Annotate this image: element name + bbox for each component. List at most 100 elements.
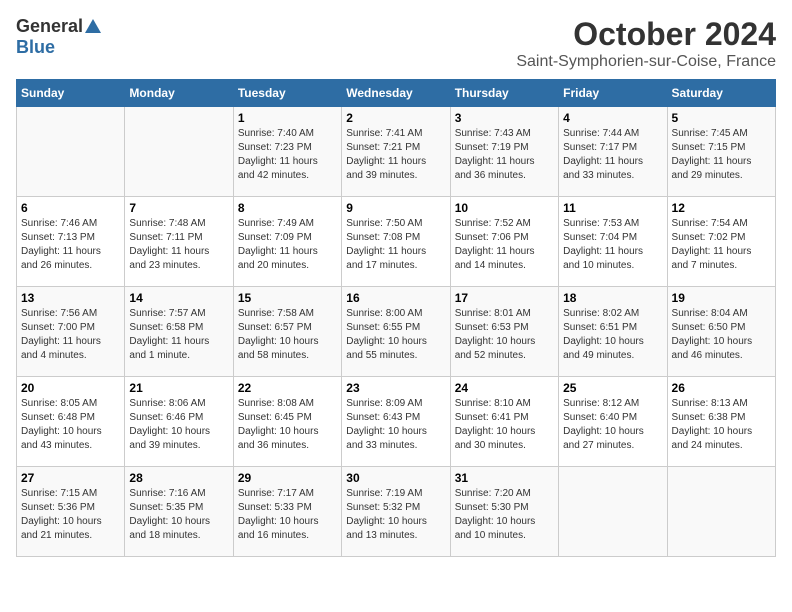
calendar-cell: 25 Sunrise: 8:12 AM Sunset: 6:40 PM Dayli… bbox=[559, 377, 667, 467]
day-info: Sunrise: 8:06 AM Sunset: 6:46 PM Dayligh… bbox=[129, 397, 228, 453]
calendar-table: SundayMondayTuesdayWednesdayThursdayFrid… bbox=[16, 79, 776, 557]
calendar-cell: 5Sunrise: 7:45 AM Sunset: 7:15 PM Daylig… bbox=[667, 107, 775, 197]
calendar-cell: 12Sunrise: 7:54 AM Sunset: 7:02 PM Dayli… bbox=[667, 197, 775, 287]
calendar-cell: 11 Sunrise: 7:53 AM Sunset: 7:04 PM Dayli… bbox=[559, 197, 667, 287]
day-number: 1 bbox=[238, 111, 337, 125]
calendar-subtitle: Saint-Symphorien-sur-Coise, France bbox=[516, 53, 776, 71]
calendar-header: SundayMondayTuesdayWednesdayThursdayFrid… bbox=[17, 80, 776, 107]
calendar-cell: 16 Sunrise: 8:00 AM Sunset: 6:55 PM Dayli… bbox=[342, 287, 450, 377]
calendar-cell: 14 Sunrise: 7:57 AM Sunset: 6:58 PM Dayli… bbox=[125, 287, 233, 377]
day-info: Sunrise: 7:43 AM Sunset: 7:19 PM Dayligh… bbox=[455, 127, 554, 183]
day-number: 14 bbox=[129, 291, 228, 305]
day-info: Sunrise: 7:20 AM Sunset: 5:30 PM Dayligh… bbox=[455, 487, 554, 543]
header-monday: Monday bbox=[125, 80, 233, 107]
day-info: Sunrise: 7:19 AM Sunset: 5:32 PM Dayligh… bbox=[346, 487, 445, 543]
logo-general: General bbox=[16, 16, 83, 37]
day-info: Sunrise: 7:44 AM Sunset: 7:17 PM Dayligh… bbox=[563, 127, 662, 183]
day-number: 28 bbox=[129, 471, 228, 485]
calendar-cell: 24 Sunrise: 8:10 AM Sunset: 6:41 PM Dayli… bbox=[450, 377, 558, 467]
calendar-cell bbox=[17, 107, 125, 197]
day-number: 25 bbox=[563, 381, 662, 395]
calendar-cell bbox=[559, 467, 667, 557]
calendar-cell: 1 Sunrise: 7:40 AM Sunset: 7:23 PM Daylig… bbox=[233, 107, 341, 197]
day-info: Sunrise: 7:50 AM Sunset: 7:08 PM Dayligh… bbox=[346, 217, 445, 273]
day-number: 21 bbox=[129, 381, 228, 395]
title-block: October 2024 Saint-Symphorien-sur-Coise,… bbox=[516, 16, 776, 71]
calendar-cell: 31 Sunrise: 7:20 AM Sunset: 5:30 PM Dayli… bbox=[450, 467, 558, 557]
calendar-body: 1 Sunrise: 7:40 AM Sunset: 7:23 PM Daylig… bbox=[17, 107, 776, 557]
logo-icon bbox=[83, 17, 103, 37]
calendar-cell: 21 Sunrise: 8:06 AM Sunset: 6:46 PM Dayli… bbox=[125, 377, 233, 467]
day-number: 31 bbox=[455, 471, 554, 485]
calendar-cell: 4 Sunrise: 7:44 AM Sunset: 7:17 PM Daylig… bbox=[559, 107, 667, 197]
day-info: Sunrise: 7:45 AM Sunset: 7:15 PM Dayligh… bbox=[672, 127, 771, 183]
calendar-title: October 2024 bbox=[516, 16, 776, 53]
week-row-2: 6Sunrise: 7:46 AM Sunset: 7:13 PM Daylig… bbox=[17, 197, 776, 287]
day-number: 19 bbox=[672, 291, 771, 305]
day-number: 9 bbox=[346, 201, 445, 215]
day-number: 22 bbox=[238, 381, 337, 395]
day-number: 20 bbox=[21, 381, 120, 395]
day-number: 12 bbox=[672, 201, 771, 215]
day-info: Sunrise: 8:05 AM Sunset: 6:48 PM Dayligh… bbox=[21, 397, 120, 453]
calendar-cell: 29 Sunrise: 7:17 AM Sunset: 5:33 PM Dayli… bbox=[233, 467, 341, 557]
day-number: 7 bbox=[129, 201, 228, 215]
day-number: 4 bbox=[563, 111, 662, 125]
week-row-3: 13 Sunrise: 7:56 AM Sunset: 7:00 PM Dayli… bbox=[17, 287, 776, 377]
day-info: Sunrise: 8:00 AM Sunset: 6:55 PM Dayligh… bbox=[346, 307, 445, 363]
day-info: Sunrise: 7:52 AM Sunset: 7:06 PM Dayligh… bbox=[455, 217, 554, 273]
day-info: Sunrise: 7:40 AM Sunset: 7:23 PM Dayligh… bbox=[238, 127, 337, 183]
day-number: 17 bbox=[455, 291, 554, 305]
week-row-4: 20 Sunrise: 8:05 AM Sunset: 6:48 PM Dayli… bbox=[17, 377, 776, 467]
calendar-cell: 3 Sunrise: 7:43 AM Sunset: 7:19 PM Daylig… bbox=[450, 107, 558, 197]
calendar-cell: 27 Sunrise: 7:15 AM Sunset: 5:36 PM Dayli… bbox=[17, 467, 125, 557]
day-number: 15 bbox=[238, 291, 337, 305]
calendar-cell: 7 Sunrise: 7:48 AM Sunset: 7:11 PM Daylig… bbox=[125, 197, 233, 287]
calendar-cell: 18 Sunrise: 8:02 AM Sunset: 6:51 PM Dayli… bbox=[559, 287, 667, 377]
calendar-cell: 23Sunrise: 8:09 AM Sunset: 6:43 PM Dayli… bbox=[342, 377, 450, 467]
day-number: 18 bbox=[563, 291, 662, 305]
day-number: 11 bbox=[563, 201, 662, 215]
day-info: Sunrise: 8:10 AM Sunset: 6:41 PM Dayligh… bbox=[455, 397, 554, 453]
day-info: Sunrise: 8:12 AM Sunset: 6:40 PM Dayligh… bbox=[563, 397, 662, 453]
calendar-cell: 10 Sunrise: 7:52 AM Sunset: 7:06 PM Dayli… bbox=[450, 197, 558, 287]
calendar-cell: 22 Sunrise: 8:08 AM Sunset: 6:45 PM Dayli… bbox=[233, 377, 341, 467]
day-info: Sunrise: 7:48 AM Sunset: 7:11 PM Dayligh… bbox=[129, 217, 228, 273]
day-info: Sunrise: 7:15 AM Sunset: 5:36 PM Dayligh… bbox=[21, 487, 120, 543]
day-info: Sunrise: 8:08 AM Sunset: 6:45 PM Dayligh… bbox=[238, 397, 337, 453]
page-header: General Blue October 2024 Saint-Symphori… bbox=[16, 16, 776, 71]
day-info: Sunrise: 8:09 AM Sunset: 6:43 PM Dayligh… bbox=[346, 397, 445, 453]
header-sunday: Sunday bbox=[17, 80, 125, 107]
day-info: Sunrise: 7:53 AM Sunset: 7:04 PM Dayligh… bbox=[563, 217, 662, 273]
header-friday: Friday bbox=[559, 80, 667, 107]
calendar-cell bbox=[667, 467, 775, 557]
day-info: Sunrise: 7:58 AM Sunset: 6:57 PM Dayligh… bbox=[238, 307, 337, 363]
day-number: 29 bbox=[238, 471, 337, 485]
day-info: Sunrise: 8:13 AM Sunset: 6:38 PM Dayligh… bbox=[672, 397, 771, 453]
day-number: 16 bbox=[346, 291, 445, 305]
calendar-cell: 9 Sunrise: 7:50 AM Sunset: 7:08 PM Daylig… bbox=[342, 197, 450, 287]
day-number: 3 bbox=[455, 111, 554, 125]
day-info: Sunrise: 7:16 AM Sunset: 5:35 PM Dayligh… bbox=[129, 487, 228, 543]
calendar-cell: 15 Sunrise: 7:58 AM Sunset: 6:57 PM Dayli… bbox=[233, 287, 341, 377]
day-number: 13 bbox=[21, 291, 120, 305]
calendar-cell: 19 Sunrise: 8:04 AM Sunset: 6:50 PM Dayli… bbox=[667, 287, 775, 377]
day-info: Sunrise: 7:17 AM Sunset: 5:33 PM Dayligh… bbox=[238, 487, 337, 543]
day-number: 10 bbox=[455, 201, 554, 215]
day-number: 27 bbox=[21, 471, 120, 485]
day-number: 24 bbox=[455, 381, 554, 395]
day-info: Sunrise: 7:46 AM Sunset: 7:13 PM Dayligh… bbox=[21, 217, 120, 273]
calendar-cell: 28 Sunrise: 7:16 AM Sunset: 5:35 PM Dayli… bbox=[125, 467, 233, 557]
header-saturday: Saturday bbox=[667, 80, 775, 107]
day-info: Sunrise: 7:49 AM Sunset: 7:09 PM Dayligh… bbox=[238, 217, 337, 273]
day-info: Sunrise: 8:04 AM Sunset: 6:50 PM Dayligh… bbox=[672, 307, 771, 363]
day-info: Sunrise: 8:02 AM Sunset: 6:51 PM Dayligh… bbox=[563, 307, 662, 363]
day-info: Sunrise: 7:57 AM Sunset: 6:58 PM Dayligh… bbox=[129, 307, 228, 363]
calendar-cell: 2Sunrise: 7:41 AM Sunset: 7:21 PM Daylig… bbox=[342, 107, 450, 197]
day-info: Sunrise: 7:56 AM Sunset: 7:00 PM Dayligh… bbox=[21, 307, 120, 363]
day-info: Sunrise: 7:41 AM Sunset: 7:21 PM Dayligh… bbox=[346, 127, 445, 183]
calendar-cell: 20 Sunrise: 8:05 AM Sunset: 6:48 PM Dayli… bbox=[17, 377, 125, 467]
calendar-cell: 6Sunrise: 7:46 AM Sunset: 7:13 PM Daylig… bbox=[17, 197, 125, 287]
logo: General Blue bbox=[16, 16, 103, 58]
day-number: 8 bbox=[238, 201, 337, 215]
